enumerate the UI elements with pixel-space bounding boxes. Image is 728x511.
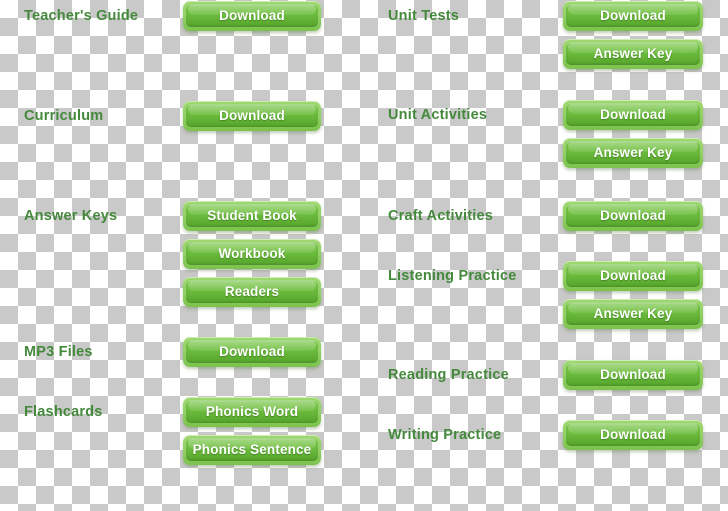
- button-stack: Download: [183, 101, 321, 139]
- download-button[interactable]: Download: [183, 1, 321, 31]
- download-button-label: Answer Key: [593, 144, 673, 160]
- download-button[interactable]: Student Book: [183, 201, 321, 231]
- button-stack: Phonics Word Phonics Sentence: [183, 397, 321, 473]
- download-button-label: Download: [600, 207, 666, 223]
- download-button-label: Download: [600, 267, 666, 283]
- button-stack: Download: [563, 420, 703, 458]
- button-stack: Download Answer Key: [563, 1, 703, 77]
- download-button[interactable]: Download: [563, 201, 703, 231]
- resource-label: Reading Practice: [388, 367, 509, 383]
- download-button-label: Phonics Sentence: [192, 441, 312, 457]
- button-stack: Download Answer Key: [563, 100, 703, 176]
- download-button-label: Download: [600, 7, 666, 23]
- resource-label: Writing Practice: [388, 427, 502, 443]
- resource-label: Curriculum: [24, 108, 104, 124]
- download-button-label: Student Book: [207, 207, 297, 223]
- download-button[interactable]: Answer Key: [563, 299, 703, 329]
- resource-label: Teacher's Guide: [24, 8, 139, 24]
- button-stack: Download Answer Key: [563, 261, 703, 337]
- download-button[interactable]: Readers: [183, 277, 321, 307]
- resource-label: Unit Tests: [388, 8, 460, 24]
- button-stack: Download: [563, 360, 703, 398]
- download-button-label: Download: [600, 426, 666, 442]
- download-button[interactable]: Download: [563, 100, 703, 130]
- download-button-label: Answer Key: [593, 45, 673, 61]
- button-stack: Student Book Workbook Readers: [183, 201, 321, 315]
- resource-label: MP3 Files: [24, 344, 93, 360]
- download-button[interactable]: Answer Key: [563, 138, 703, 168]
- download-button[interactable]: Download: [183, 337, 321, 367]
- resource-download-page: Teacher's Guide Download Curriculum Downloa…: [0, 0, 728, 511]
- download-button[interactable]: Workbook: [183, 239, 321, 269]
- download-button[interactable]: Answer Key: [563, 39, 703, 69]
- download-button-label: Download: [219, 343, 285, 359]
- resource-label: Answer Keys: [24, 208, 118, 224]
- download-button-label: Workbook: [218, 245, 286, 261]
- download-button[interactable]: Download: [563, 261, 703, 291]
- download-button[interactable]: Phonics Word: [183, 397, 321, 427]
- download-button[interactable]: Download: [183, 101, 321, 131]
- download-button[interactable]: Phonics Sentence: [183, 435, 321, 465]
- resource-label: Listening Practice: [388, 268, 517, 284]
- download-button[interactable]: Download: [563, 1, 703, 31]
- download-button-label: Answer Key: [593, 305, 673, 321]
- resource-label: Unit Activities: [388, 107, 488, 123]
- download-button[interactable]: Download: [563, 420, 703, 450]
- download-button-label: Download: [600, 106, 666, 122]
- resource-label: Craft Activities: [388, 208, 493, 224]
- download-button-label: Download: [219, 7, 285, 23]
- button-stack: Download: [183, 337, 321, 375]
- download-button[interactable]: Download: [563, 360, 703, 390]
- button-stack: Download: [183, 1, 321, 39]
- button-stack: Download: [563, 201, 703, 239]
- resource-column-left: Teacher's Guide Download Curriculum Downloa…: [0, 0, 364, 511]
- download-button-label: Download: [600, 366, 666, 382]
- resource-label: Flashcards: [24, 404, 103, 420]
- download-button-label: Readers: [224, 283, 280, 299]
- download-button-label: Phonics Word: [205, 403, 299, 419]
- resource-column-right: Unit Tests Download Answer Key Unit Activit…: [364, 0, 728, 511]
- download-button-label: Download: [219, 107, 285, 123]
